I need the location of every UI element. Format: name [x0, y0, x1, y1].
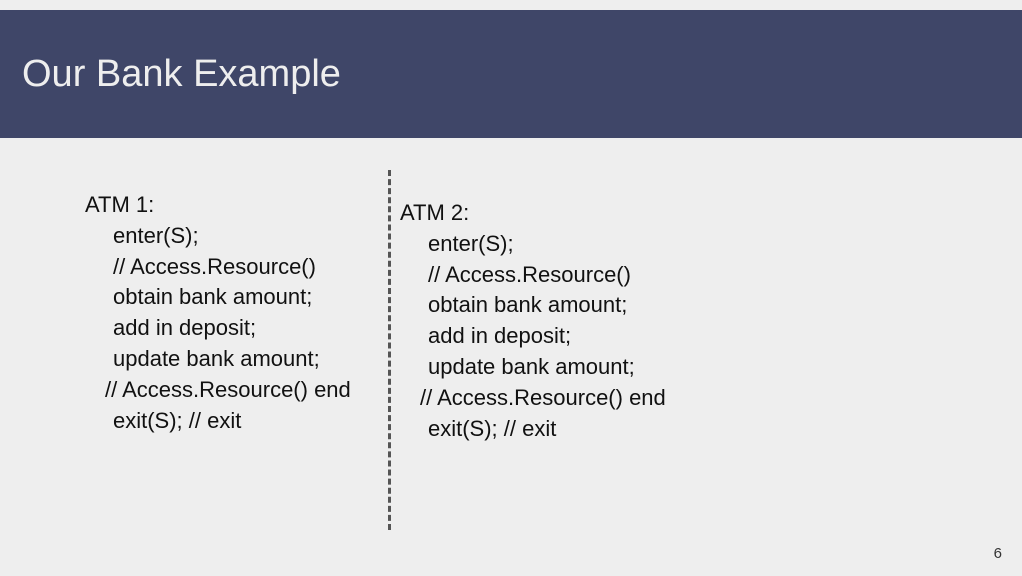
atm1-line-add: add in deposit;: [85, 313, 385, 344]
atm2-line-update: update bank amount;: [400, 352, 740, 383]
two-columns: ATM 1: enter(S); // Access.Resource() ob…: [0, 190, 1022, 444]
atm2-line-exit: exit(S); // exit: [400, 414, 740, 445]
atm1-label: ATM 1:: [85, 190, 385, 221]
atm1-column: ATM 1: enter(S); // Access.Resource() ob…: [85, 190, 385, 436]
page-number: 6: [994, 545, 1002, 562]
atm1-line-update: update bank amount;: [85, 344, 385, 375]
atm2-line-add: add in deposit;: [400, 321, 740, 352]
atm1-line-exit: exit(S); // exit: [85, 406, 385, 437]
atm2-line-access: // Access.Resource(): [400, 260, 740, 291]
atm1-line-accessend: // Access.Resource() end: [85, 375, 385, 406]
title-band: Our Bank Example: [0, 10, 1022, 138]
atm2-label: ATM 2:: [400, 198, 740, 229]
atm1-line-obtain: obtain bank amount;: [85, 282, 385, 313]
atm1-line-access: // Access.Resource(): [85, 252, 385, 283]
atm2-column: ATM 2: enter(S); // Access.Resource() ob…: [400, 198, 740, 444]
slide: Our Bank Example ATM 1: enter(S); // Acc…: [0, 0, 1022, 576]
slide-title: Our Bank Example: [22, 53, 341, 96]
atm1-line-enter: enter(S);: [85, 221, 385, 252]
atm2-line-obtain: obtain bank amount;: [400, 290, 740, 321]
atm2-line-enter: enter(S);: [400, 229, 740, 260]
atm2-line-accessend: // Access.Resource() end: [400, 383, 740, 414]
content-area: ATM 1: enter(S); // Access.Resource() ob…: [0, 170, 1022, 576]
